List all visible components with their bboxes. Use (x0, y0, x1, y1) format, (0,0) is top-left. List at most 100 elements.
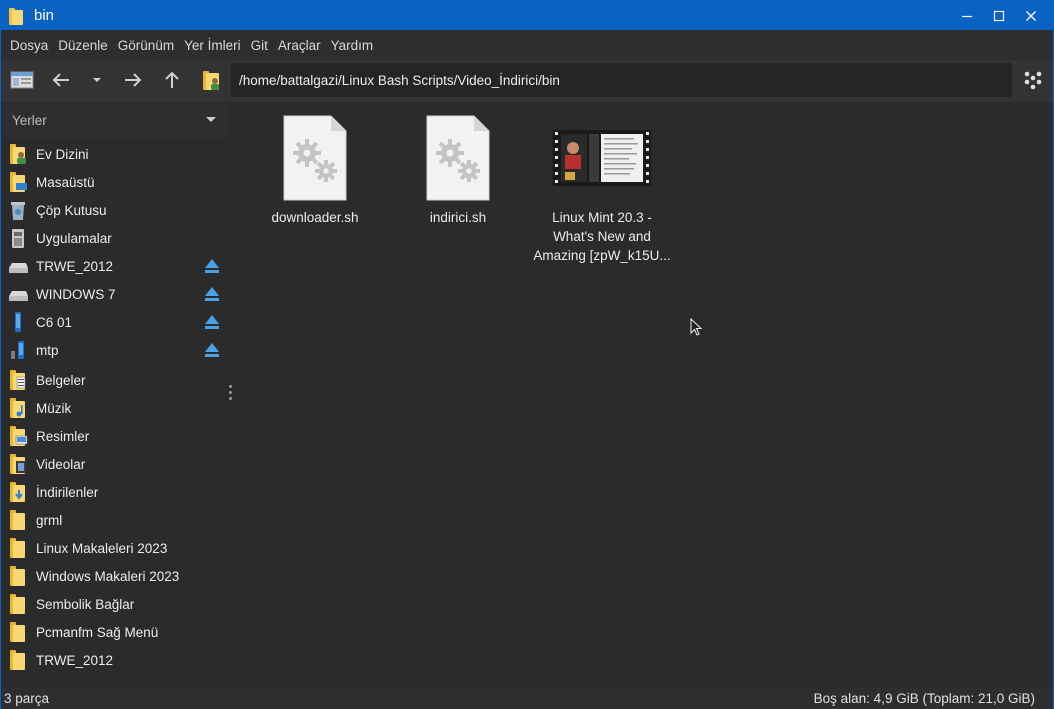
sidebar-item-label: Masaüstü (36, 174, 95, 190)
sidebar-splitter-handle[interactable] (229, 385, 233, 403)
folder-icon (10, 538, 25, 558)
minimize-icon (962, 15, 972, 17)
menu-duzenle[interactable]: Düzenle (58, 38, 108, 53)
file-name: Linux Mint 20.3 - What's New and Amazing… (533, 210, 671, 263)
places-header-label: Yerler (12, 112, 47, 128)
sidebar-item-label: Uygulamalar (36, 230, 112, 246)
sidebar-item-muzik[interactable]: Müzik (3, 394, 228, 422)
sidebar-item-sembolik-baglar[interactable]: Sembolik Bağlar (3, 590, 228, 618)
sidebar-item-videolar[interactable]: Videolar (3, 450, 228, 478)
sidebar-item-resimler[interactable]: Resimler (3, 422, 228, 450)
item-count: 3 parça (4, 691, 50, 706)
script-file-icon (283, 115, 347, 201)
sidebar-item-cop-kutusu[interactable]: Çöp Kutusu (3, 196, 228, 224)
menu-gorunum[interactable]: Görünüm (118, 38, 174, 53)
menu-yardim[interactable]: Yardım (331, 38, 374, 53)
file-name: downloader.sh (271, 210, 359, 225)
app-menu-button[interactable] (1018, 65, 1048, 95)
pictures-folder-icon (10, 426, 28, 446)
forward-arrow-icon (125, 73, 142, 87)
sidebar-item-label: İndirilenler (36, 484, 99, 500)
up-button[interactable] (157, 65, 187, 95)
eject-icon[interactable] (204, 313, 220, 330)
file-view[interactable]: downloader.sh indirici.sh Linux Mint 20.… (236, 102, 1053, 688)
sidebar-item-windows-7[interactable]: WINDOWS 7 (3, 280, 228, 308)
folder-icon (10, 650, 25, 670)
close-button[interactable] (1015, 1, 1047, 30)
sidebar-item-c6-01[interactable]: C6 01 (3, 308, 228, 336)
path-text: /home/battalgazi/Linux Bash Scripts/Vide… (239, 72, 560, 88)
sidebar-item-label: Belgeler (36, 372, 86, 388)
eject-icon[interactable] (204, 341, 220, 358)
maximize-icon (993, 10, 1005, 21)
mouse-cursor-icon (690, 318, 702, 336)
file-item[interactable]: indirici.sh (388, 114, 528, 227)
eject-icon[interactable] (204, 285, 220, 302)
music-folder-icon (10, 398, 25, 418)
sidebar-item-mtp[interactable]: mtp (3, 336, 228, 364)
sidebar-item-trwe-2012-drive[interactable]: TRWE_2012 (3, 252, 228, 280)
close-icon (1026, 10, 1036, 21)
sidebar-item-label: Resimler (36, 428, 90, 444)
drive-icon (9, 263, 28, 273)
sidebar-item-label: grml (36, 512, 63, 528)
folder-icon (10, 622, 25, 642)
sidebar-item-uygulamalar[interactable]: Uygulamalar (3, 224, 228, 252)
sidebar-item-label: Videolar (36, 456, 86, 472)
desktop-folder-icon (10, 172, 27, 192)
sidebar-item-label: C6 01 (36, 314, 73, 330)
sidebar-item-label: Ev Dizini (36, 146, 89, 162)
videos-folder-icon (10, 454, 26, 474)
menu-icon (1024, 71, 1042, 90)
applications-icon (12, 229, 24, 248)
sidebar-item-label: Sembolik Bağlar (36, 596, 135, 612)
sidebar-item-label: Müzik (36, 400, 72, 416)
history-dropdown-button[interactable] (82, 65, 112, 95)
back-arrow-icon (52, 73, 69, 87)
phone-icon (15, 312, 21, 332)
sidebar-item-indirilenler[interactable]: İndirilenler (3, 478, 228, 506)
new-window-button[interactable] (7, 65, 37, 95)
eject-icon[interactable] (204, 257, 220, 274)
sidebar-item-label: Windows Makaleri 2023 (36, 568, 180, 584)
menu-git[interactable]: Git (251, 38, 268, 53)
places-selector[interactable]: Yerler (3, 102, 228, 138)
menu-bar: Dosya Düzenle Görünüm Yer İmleri Git Ara… (1, 30, 1053, 60)
sidebar-item-windows-makaleri[interactable]: Windows Makaleri 2023 (3, 562, 228, 590)
sidebar-item-pcmanfm-sag-menu[interactable]: Pcmanfm Sağ Menü (3, 618, 228, 646)
sidebar-item-trwe-2012-bookmark[interactable]: TRWE_2012 (3, 646, 228, 674)
home-folder-icon (203, 71, 219, 90)
menu-yer-imleri[interactable]: Yer İmleri (184, 38, 241, 53)
sidebar-item-linux-makaleleri[interactable]: Linux Makaleleri 2023 (3, 534, 228, 562)
titlebar[interactable]: bin (1, 1, 1053, 30)
folder-icon (10, 594, 25, 614)
menu-araclar[interactable]: Araçlar (278, 38, 321, 53)
file-item[interactable]: downloader.sh (245, 114, 385, 227)
drive-icon (9, 291, 28, 301)
forward-button[interactable] (118, 65, 148, 95)
sidebar-item-label: TRWE_2012 (36, 652, 114, 668)
sidebar-item-grml[interactable]: grml (3, 506, 228, 534)
up-arrow-icon (165, 71, 179, 88)
folder-icon (10, 510, 25, 530)
file-manager-window: bin Dosya Düzenle Görünüm Yer İmleri Git… (0, 0, 1054, 709)
back-button[interactable] (46, 65, 76, 95)
minimize-button[interactable] (951, 1, 983, 30)
path-bar[interactable]: /home/battalgazi/Linux Bash Scripts/Vide… (231, 63, 1012, 97)
phone-icon (11, 341, 24, 359)
sidebar-item-ev-dizini[interactable]: Ev Dizini (3, 140, 228, 168)
file-item[interactable]: Linux Mint 20.3 - What's New and Amazing… (530, 114, 674, 265)
free-space: Boş alan: 4,9 GiB (Toplam: 21,0 GiB) (813, 691, 1035, 706)
video-thumbnail (553, 130, 651, 186)
sidebar: Yerler Ev Dizini Masaüstü Çöp Kutusu Uyg… (3, 102, 228, 688)
sidebar-item-masaustu[interactable]: Masaüstü (3, 168, 228, 196)
toolbar: /home/battalgazi/Linux Bash Scripts/Vide… (1, 60, 1053, 102)
sidebar-item-belgeler[interactable]: Belgeler (3, 366, 228, 394)
home-button[interactable] (196, 65, 226, 95)
new-window-icon (10, 71, 34, 89)
trash-icon (11, 202, 25, 220)
menu-dosya[interactable]: Dosya (10, 38, 48, 53)
maximize-button[interactable] (983, 1, 1015, 30)
sidebar-item-label: Linux Makaleleri 2023 (36, 540, 168, 556)
file-name: indirici.sh (429, 210, 487, 225)
